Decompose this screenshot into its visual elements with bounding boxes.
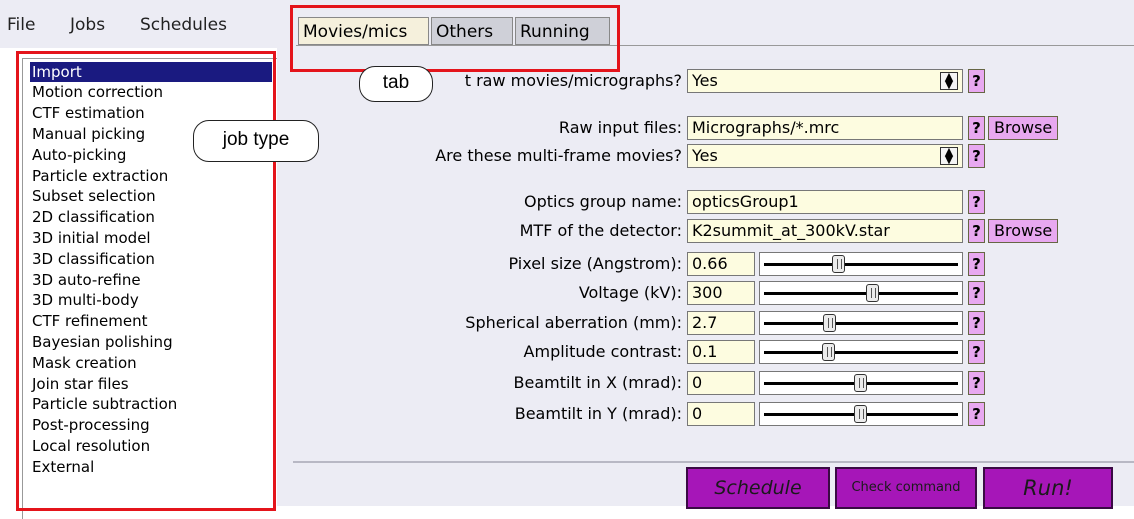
raw-input-field[interactable]: Micrographs/*.mrc (687, 116, 963, 140)
pixel-size-help-button[interactable]: ? (968, 252, 985, 276)
menu-file[interactable]: File (7, 15, 35, 35)
check-command-button[interactable]: Check command (835, 467, 977, 509)
slider-thumb[interactable] (823, 314, 836, 332)
beamtilt-x-field[interactable]: 0 (687, 371, 755, 395)
menu-schedules[interactable]: Schedules (140, 15, 227, 35)
pixel-size-slider[interactable] (759, 252, 963, 276)
raw-input-label: Raw input files: (558, 118, 682, 137)
amplitude-contrast-label: Amplitude contrast: (523, 342, 682, 361)
mtf-help-button[interactable]: ? (968, 219, 985, 243)
slider-thumb[interactable] (854, 374, 867, 392)
run-button[interactable]: Run! (983, 467, 1113, 509)
import-raw-help-button[interactable]: ? (968, 69, 985, 93)
slider-thumb[interactable] (822, 343, 835, 361)
voltage-label: Voltage (kV): (578, 283, 682, 302)
amplitude-contrast-field[interactable]: 0.1 (687, 340, 755, 364)
optics-group-help-button[interactable]: ? (968, 190, 985, 214)
multiframe-select[interactable]: Yes ▲ ▼ (687, 144, 963, 168)
raw-input-help-button[interactable]: ? (968, 116, 985, 140)
slider-track (764, 263, 958, 266)
menu-jobs[interactable]: Jobs (70, 15, 105, 35)
beamtilt-y-label: Beamtilt in Y (mrad): (514, 404, 682, 423)
beamtilt-x-slider[interactable] (759, 371, 963, 395)
beamtilt-x-help-button[interactable]: ? (968, 371, 985, 395)
multiframe-label: Are these multi-frame movies? (435, 146, 682, 165)
select-arrows-icon: ▲ ▼ (940, 146, 958, 165)
menubar: File Jobs Schedules (0, 0, 277, 48)
import-raw-select[interactable]: Yes ▲ ▼ (687, 69, 963, 93)
beamtilt-y-field[interactable]: 0 (687, 402, 755, 426)
mtf-field[interactable]: K2summit_at_300kV.star (687, 219, 963, 243)
pixel-size-field[interactable]: 0.66 (687, 252, 755, 276)
voltage-help-button[interactable]: ? (968, 281, 985, 305)
voltage-slider[interactable] (759, 281, 963, 305)
mtf-label: MTF of the detector: (519, 221, 682, 240)
select-arrows-icon: ▲ ▼ (940, 71, 958, 90)
slider-track (764, 351, 958, 354)
import-raw-label: t raw movies/micrographs? (464, 71, 682, 90)
beamtilt-x-label: Beamtilt in X (mrad): (513, 373, 682, 392)
multiframe-help-button[interactable]: ? (968, 144, 985, 168)
slider-thumb[interactable] (832, 255, 845, 273)
slider-thumb[interactable] (854, 405, 867, 423)
amplitude-contrast-slider[interactable] (759, 340, 963, 364)
spherical-aberration-slider[interactable] (759, 311, 963, 335)
optics-group-label: Optics group name: (523, 192, 682, 211)
job-type-callout: job type (193, 120, 319, 162)
beamtilt-y-help-button[interactable]: ? (968, 402, 985, 426)
pixel-size-label: Pixel size (Angstrom): (508, 254, 682, 273)
spherical-aberration-label: Spherical aberration (mm): (465, 313, 682, 332)
import-raw-value: Yes (692, 71, 718, 90)
amplitude-contrast-help-button[interactable]: ? (968, 340, 985, 364)
slider-track (764, 322, 958, 325)
tabs-highlight (290, 5, 620, 72)
spherical-aberration-field[interactable]: 2.7 (687, 311, 755, 335)
slider-thumb[interactable] (866, 284, 879, 302)
panel-divider (293, 461, 1134, 463)
mtf-browse-button[interactable]: Browse (988, 219, 1059, 243)
beamtilt-y-slider[interactable] (759, 402, 963, 426)
tab-callout: tab (359, 66, 433, 102)
schedule-button[interactable]: Schedule (686, 467, 830, 509)
raw-input-browse-button[interactable]: Browse (988, 116, 1059, 140)
voltage-field[interactable]: 300 (687, 281, 755, 305)
multiframe-value: Yes (692, 146, 718, 165)
optics-group-field[interactable]: opticsGroup1 (687, 190, 963, 214)
slider-track (764, 292, 958, 295)
spherical-aberration-help-button[interactable]: ? (968, 311, 985, 335)
